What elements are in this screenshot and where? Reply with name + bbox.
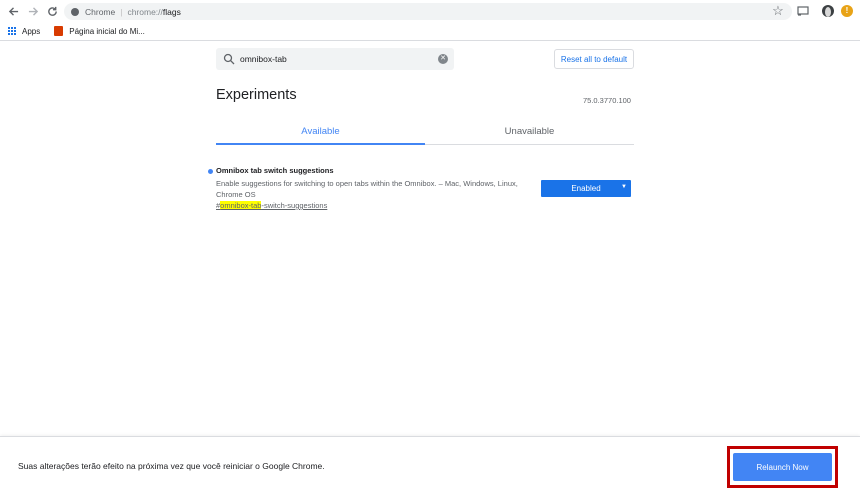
flag-state-value: Enabled: [571, 184, 601, 193]
flag-description: Enable suggestions for switching to open…: [216, 179, 518, 199]
search-value: omnibox-tab: [240, 54, 287, 64]
flag-link-highlight: omnibox-tab: [220, 201, 262, 210]
bookmark-label: Página inicial do Mi...: [69, 26, 145, 36]
apps-grid-icon: [8, 26, 17, 36]
star-icon[interactable]: ☆: [771, 2, 785, 20]
forward-button[interactable]: [25, 3, 41, 19]
omnibox-separator: |: [120, 6, 123, 17]
bookmarks-bar: Apps Página inicial do Mi...: [0, 22, 860, 40]
arrow-right-icon: [28, 6, 38, 16]
search-icon: [223, 53, 235, 65]
site-name: Chrome: [85, 6, 116, 17]
url-scheme: chrome://: [127, 6, 163, 17]
arrow-left-icon: [8, 6, 18, 16]
browser-toolbar: Chrome | chrome:// flags ☆ !: [0, 0, 860, 22]
clear-icon[interactable]: ✕: [438, 54, 448, 64]
reload-icon: [47, 6, 57, 16]
flags-search-input[interactable]: omnibox-tab ✕: [216, 48, 454, 70]
office-icon: [54, 26, 64, 36]
relaunch-button[interactable]: Relaunch Now: [733, 453, 832, 481]
update-icon[interactable]: !: [841, 5, 853, 17]
reset-all-button[interactable]: Reset all to default: [554, 49, 634, 69]
reload-button[interactable]: [44, 3, 60, 19]
toolbar-divider: [0, 40, 860, 41]
url-path: flags: [162, 6, 181, 17]
chrome-version: 75.0.3770.100: [583, 96, 631, 105]
dropdown-caret-icon: ▼: [621, 184, 627, 190]
relaunch-message: Suas alterações terão efeito na próxima …: [18, 461, 325, 471]
bookmark-apps[interactable]: Apps: [8, 26, 41, 36]
tab-unavailable[interactable]: Unavailable: [425, 118, 634, 144]
bookmark-label: Apps: [22, 26, 41, 36]
flag-permalink[interactable]: #omnibox-tab-switch-suggestions: [216, 201, 327, 210]
flag-name: Omnibox tab switch suggestions: [216, 166, 334, 175]
info-circle-icon[interactable]: [71, 7, 79, 16]
bookmark-office[interactable]: Página inicial do Mi...: [54, 26, 145, 36]
flag-link-suffix: -switch-suggestions: [261, 201, 328, 210]
tab-available[interactable]: Available: [216, 118, 425, 145]
flags-tabs: Available Unavailable: [216, 118, 634, 145]
flag-state-select[interactable]: Enabled ▼: [541, 180, 631, 197]
modified-dot-icon: [208, 169, 213, 174]
avatar-icon[interactable]: [822, 5, 834, 17]
page-title: Experiments: [216, 87, 297, 103]
back-button[interactable]: [5, 3, 21, 19]
cast-icon[interactable]: [797, 5, 809, 17]
address-bar[interactable]: Chrome | chrome:// flags: [64, 3, 792, 20]
